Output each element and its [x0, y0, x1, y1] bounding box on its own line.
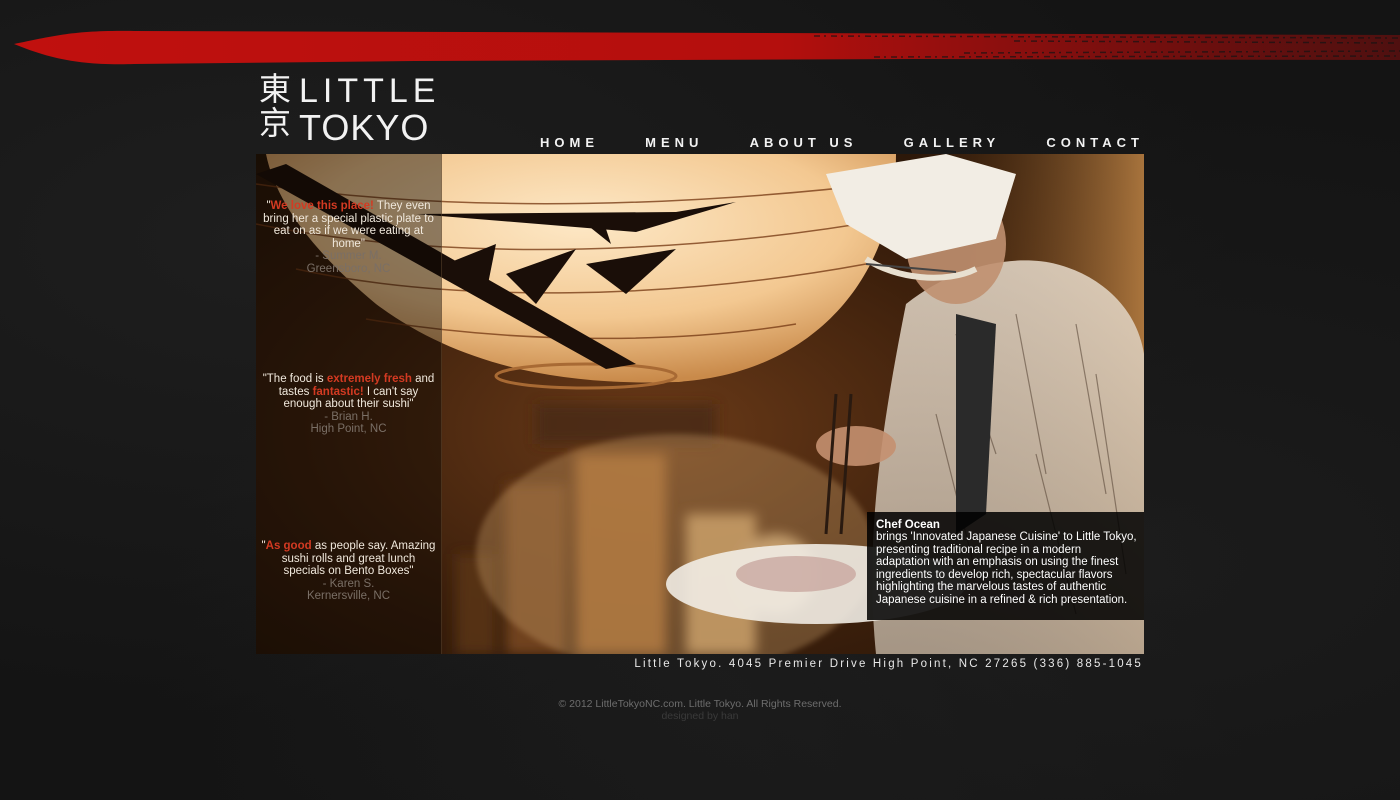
- nav-contact[interactable]: CONTACT: [1046, 135, 1144, 150]
- review-author: - Summer M.: [315, 250, 382, 262]
- nav-home[interactable]: HOME: [540, 135, 599, 150]
- review-card: "We love this place! They even bring her…: [260, 200, 437, 275]
- review-highlight: extremely fresh: [326, 373, 412, 385]
- review-highlight: fantastic!: [312, 385, 364, 398]
- review-card: "As good as people say. Amazing sushi ro…: [260, 540, 437, 603]
- address-line: Little Tokyo. 4045 Premier Drive High Po…: [634, 658, 1143, 670]
- review-highlight: We love this place!: [270, 200, 374, 212]
- reviews-panel: "We love this place! They even bring her…: [256, 154, 442, 654]
- nav-gallery[interactable]: GALLERY: [904, 135, 1001, 150]
- nav-menu[interactable]: MENU: [645, 135, 703, 150]
- designer-credit[interactable]: designed by han: [0, 710, 1400, 723]
- logo-word-tokyo: TOKYO: [299, 107, 430, 148]
- review-text: "The food is: [262, 373, 327, 385]
- nav-about-us[interactable]: ABOUT US: [750, 135, 858, 150]
- chef-description: brings 'Innovated Japanese Cuisine' to L…: [876, 531, 1137, 606]
- logo-kanji: 東 京: [258, 70, 291, 142]
- review-location: Greensboro, NC: [306, 262, 391, 275]
- hero-banner: "We love this place! They even bring her…: [256, 154, 1144, 654]
- review-author: - Brian H.: [324, 410, 373, 423]
- chef-info-box: Chef Ocean brings 'Innovated Japanese Cu…: [867, 512, 1144, 620]
- review-card: "The food is extremely fresh and tastes …: [260, 373, 437, 436]
- review-highlight: As good: [265, 540, 312, 552]
- chef-name: Chef Ocean: [876, 519, 940, 531]
- review-author: - Karen S.: [322, 577, 375, 590]
- main-nav: HOME MENU ABOUT US GALLERY CONTACT: [540, 132, 1144, 152]
- page: 東 京 LITTLE TOKYO HOME MENU ABOUT US GALL…: [0, 0, 1400, 800]
- red-brush-stroke: [14, 30, 1400, 65]
- logo[interactable]: 東 京 LITTLE TOKYO: [257, 72, 447, 148]
- logo-word-little: LITTLE: [299, 72, 441, 110]
- review-location: High Point, NC: [310, 423, 387, 435]
- review-location: Kernersville, NC: [306, 590, 391, 602]
